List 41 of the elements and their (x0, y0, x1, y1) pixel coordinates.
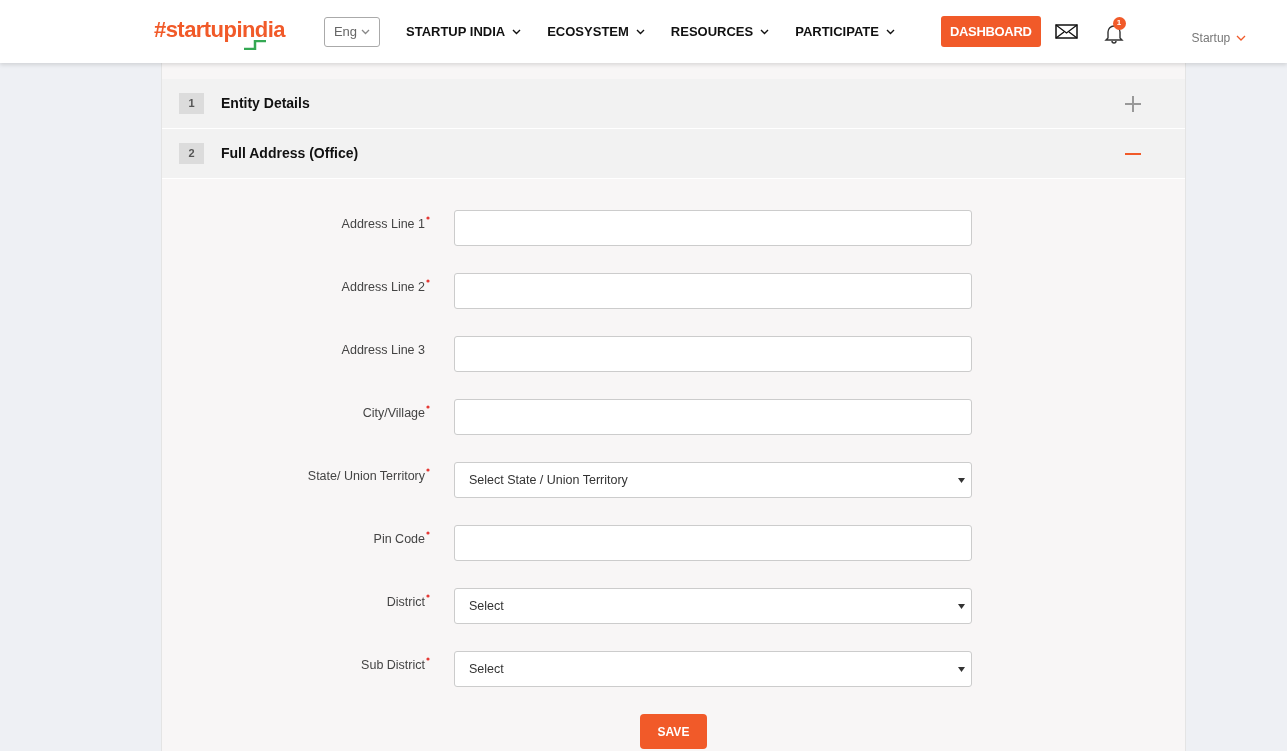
field-label: Address Line 1 (341, 215, 425, 233)
field-label: Address Line 3 (341, 341, 425, 359)
field-label: Sub District (361, 656, 425, 674)
caret-down-icon (958, 666, 965, 672)
step-number: 1 (179, 93, 204, 114)
minus-icon (1125, 152, 1141, 155)
nav-menu[interactable]: STARTUP INDIA (406, 21, 522, 42)
plus-icon (1125, 95, 1141, 112)
dropdown-field[interactable]: Select (454, 588, 972, 624)
mail-icon[interactable] (1054, 24, 1078, 39)
chevron-down-icon (760, 28, 770, 35)
field-label: Pin Code (373, 530, 425, 548)
chevron-down-icon (512, 28, 522, 35)
section-title: Entity Details (221, 94, 311, 113)
accordion-header[interactable]: 1 Entity Details (162, 79, 1185, 129)
input-field[interactable] (454, 525, 972, 561)
accordion-header[interactable]: 2 Full Address (Office) (162, 129, 1185, 179)
user-menu[interactable]: Startup (1191, 28, 1247, 47)
caret-down-icon (958, 477, 965, 483)
input-field[interactable] (454, 210, 972, 246)
chevron-down-icon (885, 28, 895, 35)
caret-down-icon (958, 603, 965, 609)
field-label: District (386, 593, 425, 611)
nav-menu[interactable]: ECOSYSTEM (547, 21, 645, 42)
nav-menu[interactable]: PARTICIPATE (795, 21, 895, 42)
section-title: Full Address (Office) (221, 144, 360, 163)
field-label: City/Village (362, 404, 425, 422)
field-label: State/ Union Territory (307, 467, 425, 485)
notification-badge: 1 (1112, 16, 1126, 30)
field-label: Address Line 2 (341, 278, 425, 296)
chevron-down-icon (1236, 34, 1247, 41)
input-field[interactable] (454, 336, 972, 372)
chevron-down-icon (635, 28, 645, 35)
nav-menu[interactable]: RESOURCES (670, 21, 770, 42)
input-field[interactable] (454, 399, 972, 435)
chevron-down-icon (361, 28, 371, 35)
dropdown-field[interactable]: Select State / Union Territory (454, 462, 972, 498)
step-number: 2 (179, 143, 204, 164)
language-dropdown[interactable]: Eng (324, 16, 380, 47)
input-field[interactable] (454, 273, 972, 309)
dropdown-field[interactable]: Select (454, 651, 972, 687)
